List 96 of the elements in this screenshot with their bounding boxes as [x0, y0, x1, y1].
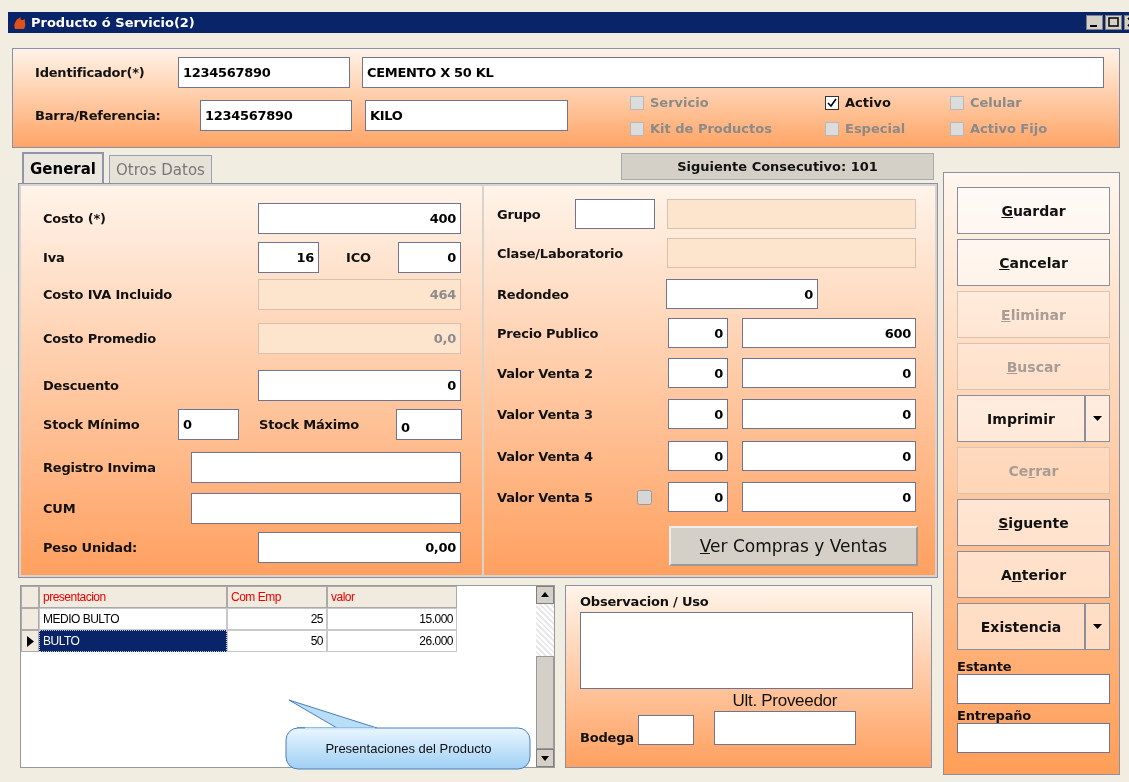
field-label: Estante	[957, 659, 1013, 674]
supplier-field[interactable]	[713, 711, 856, 745]
checkbox[interactable]	[825, 95, 839, 110]
table-cell: BULTO	[39, 630, 227, 652]
checkbox[interactable]	[637, 489, 652, 505]
scroll-down-icon[interactable]	[536, 749, 554, 767]
field-label: Stock Mínimo	[43, 416, 141, 432]
discount-field[interactable]: 0	[258, 369, 461, 401]
percent-field[interactable]: 0	[668, 441, 728, 471]
field-label: Grupo	[497, 206, 542, 222]
checkbox-label: Activo	[845, 95, 891, 110]
unit-weight-field[interactable]: 0,00	[258, 531, 461, 563]
field-label: CUM	[43, 500, 77, 516]
field-label: Stock Máximo	[259, 416, 360, 432]
observation-field[interactable]	[580, 612, 913, 689]
barcode-field[interactable]: 1234567890	[200, 100, 352, 131]
price-field[interactable]: 600	[742, 318, 916, 348]
next-consecutive-button[interactable]: Siguiente Consecutivo: 101	[621, 153, 934, 180]
minimize-icon[interactable]	[1086, 15, 1103, 30]
field-label: Barra/Referencia:	[35, 108, 162, 123]
max-stock-field[interactable]: 0	[396, 408, 462, 440]
checkbox-label: Especial	[845, 121, 906, 136]
maximize-icon[interactable]	[1105, 15, 1122, 30]
field-label: Bodega	[580, 730, 634, 745]
price-field[interactable]: 0	[742, 399, 916, 429]
field-label: Valor Venta 4	[497, 448, 594, 464]
scroll-up-icon[interactable]	[536, 586, 554, 604]
action-button[interactable]: Guardar	[957, 187, 1110, 234]
caret-icon[interactable]	[1093, 416, 1102, 421]
shelf-level-field[interactable]	[957, 723, 1110, 753]
checkbox-label: Celular	[970, 95, 1022, 110]
caret-icon[interactable]	[1093, 624, 1102, 629]
min-stock-field[interactable]: 0	[178, 408, 239, 440]
field-label: Costo IVA Incluido	[43, 286, 174, 302]
action-button[interactable]: Siguente	[957, 499, 1110, 546]
row-header	[21, 586, 39, 608]
split-button[interactable]: Imprimir	[957, 395, 1110, 442]
field-label: Valor Venta 2	[497, 365, 594, 381]
field-label: Identificador(*)	[35, 65, 146, 80]
current-row-icon	[26, 635, 34, 647]
table-cell: 25	[227, 608, 327, 630]
price-field[interactable]: 0	[742, 358, 916, 388]
ico-field[interactable]: 0	[398, 241, 461, 273]
tooltip: Presentaciones del Producto	[285, 699, 532, 771]
scroll-thumb[interactable]	[536, 656, 554, 749]
view-purchases-sales-button[interactable]: Ver Compras y Ventas	[669, 526, 918, 566]
field-label: Descuento	[43, 377, 120, 393]
table-cell: 50	[227, 630, 327, 652]
cost-field[interactable]: 400	[258, 202, 461, 234]
field-label: Ult. Proveedor	[732, 691, 838, 711]
checkbox-label: Kit de Productos	[650, 121, 772, 136]
percent-field[interactable]: 0	[668, 358, 728, 388]
group-code-field[interactable]	[575, 199, 655, 229]
invima-field[interactable]	[191, 451, 461, 483]
window-title: Producto ó Servicio(2)	[31, 15, 195, 30]
field-label: Entrepaño	[957, 708, 1033, 723]
tab[interactable]: General	[22, 152, 104, 183]
field-label: Costo (*)	[43, 210, 107, 226]
column-header[interactable]: valor	[327, 586, 457, 608]
shelf-field[interactable]	[957, 674, 1110, 704]
field-label: Peso Unidad:	[43, 539, 138, 555]
field-label: Observacion / Uso	[580, 594, 710, 609]
warehouse-field[interactable]	[637, 715, 694, 745]
field-label: Registro Invima	[43, 459, 157, 475]
percent-field[interactable]: 0	[668, 318, 728, 348]
table-cell: 26.000	[327, 630, 457, 652]
column-header[interactable]: Com Emp	[227, 586, 327, 608]
table-cell: 15.000	[327, 608, 457, 630]
percent-field[interactable]: 0	[668, 399, 728, 429]
identifier-field[interactable]: 1234567890	[178, 57, 350, 88]
field-label: Iva	[43, 249, 66, 265]
field-label: ICO	[345, 249, 372, 265]
rounding-field[interactable]: 0	[666, 279, 818, 309]
tab[interactable]: Otros Datos	[109, 155, 212, 183]
unit-field[interactable]: KILO	[365, 100, 568, 131]
field-label: Valor Venta 5	[497, 489, 594, 505]
iva-field[interactable]: 16	[258, 241, 319, 273]
field-label: Clase/Laboratorio	[497, 245, 625, 261]
split-button[interactable]: Existencia	[957, 603, 1110, 650]
cum-field[interactable]	[191, 492, 461, 524]
percent-field[interactable]: 0	[668, 482, 728, 512]
action-button[interactable]: Anterior	[957, 551, 1110, 598]
checkbox-label: Activo Fijo	[970, 121, 1048, 136]
field-label: Precio Publico	[497, 325, 600, 341]
flame-icon	[12, 14, 28, 31]
table-cell: MEDIO BULTO	[39, 608, 227, 630]
description-field[interactable]: CEMENTO X 50 KL	[362, 57, 1104, 88]
row-header[interactable]	[21, 630, 39, 652]
column-header[interactable]: presentacion	[39, 586, 227, 608]
field-label: Valor Venta 3	[497, 406, 594, 422]
field-label: Redondeo	[497, 286, 570, 302]
action-button[interactable]: Cancelar	[957, 239, 1110, 286]
field-label: Costo Promedio	[43, 330, 157, 346]
checkbox-label: Servicio	[650, 95, 709, 110]
price-field[interactable]: 0	[742, 482, 916, 512]
price-field[interactable]: 0	[742, 441, 916, 471]
